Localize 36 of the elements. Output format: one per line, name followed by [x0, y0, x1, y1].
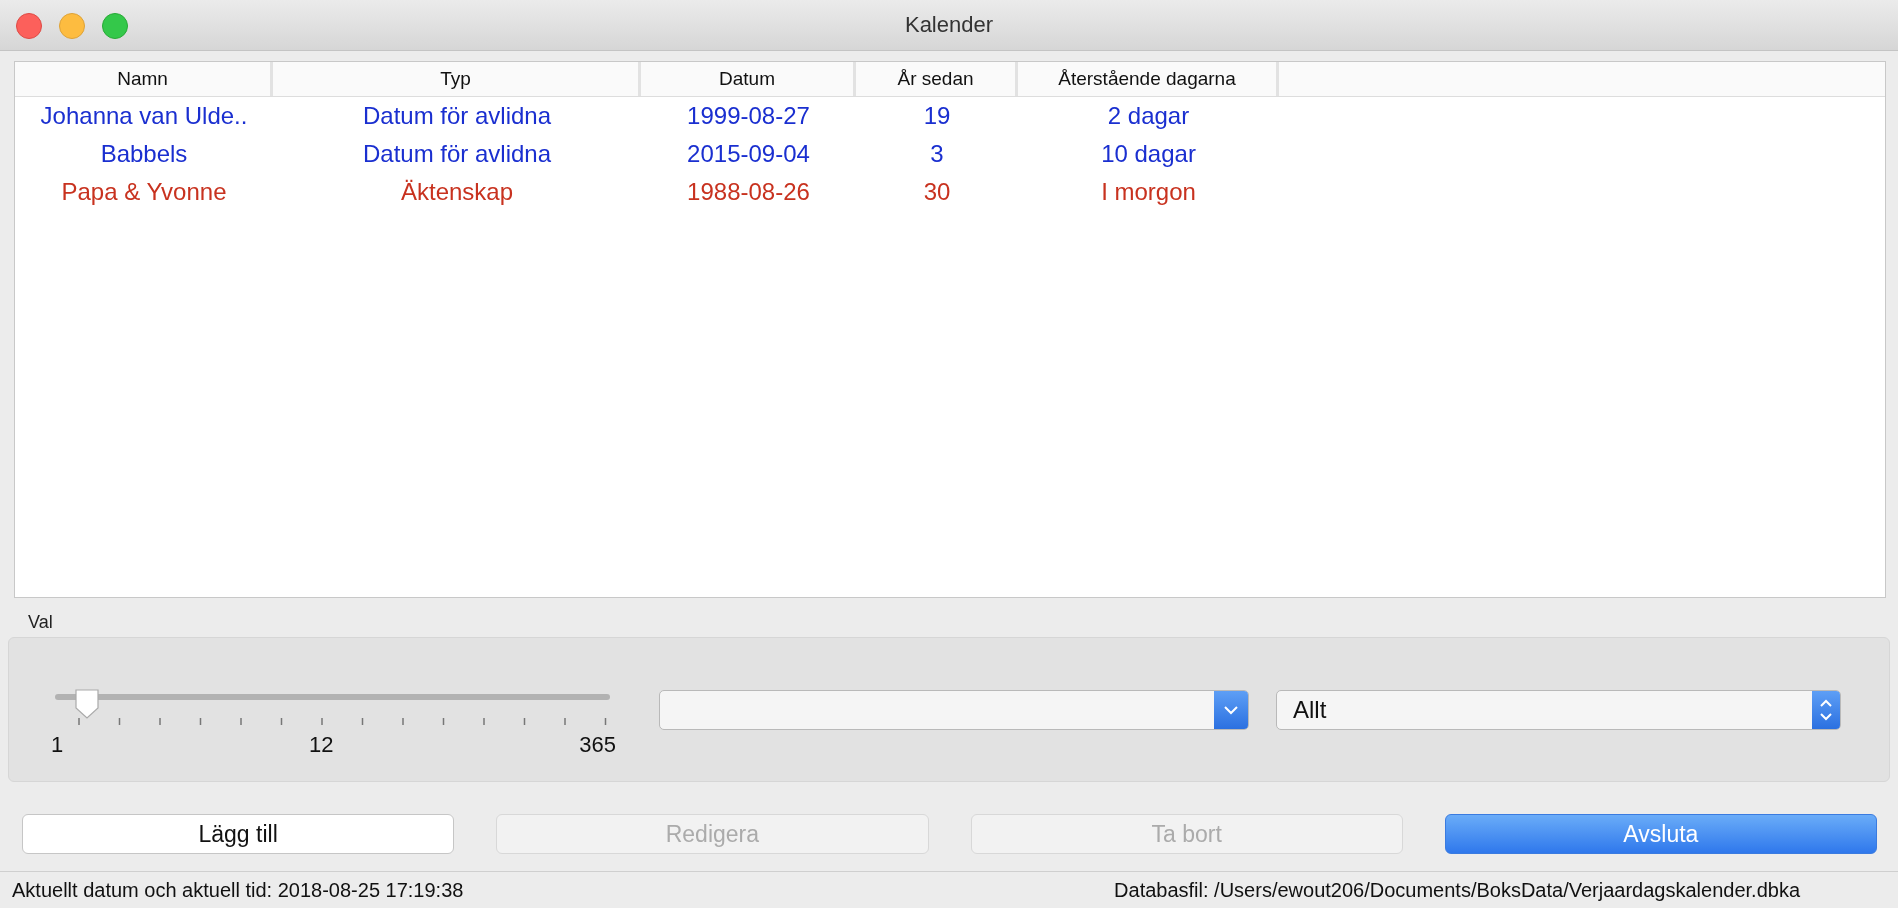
- table-cell-text: Datum för avlidna: [361, 101, 553, 131]
- table-cell-text: 19: [922, 101, 952, 131]
- table-cell-text: 1999-08-27: [686, 101, 811, 131]
- dropdown-field[interactable]: [659, 690, 1249, 730]
- action-button[interactable]: Lägg till: [22, 814, 455, 854]
- close-button[interactable]: [16, 13, 42, 39]
- table-cell-text: Papa & Yvonne: [60, 177, 228, 207]
- database-path-text: Databasfil: /Users/ewout206/Documents/BoksData/Verjaardagskalender.dbka: [1114, 878, 1800, 902]
- column-header[interactable]: År sedan: [856, 62, 1018, 96]
- group-label: Val: [28, 612, 53, 633]
- filter-dropdown[interactable]: Allt: [1276, 690, 1841, 730]
- table-cell-text: 1988-08-26: [686, 177, 811, 207]
- slider-tick-label: 1: [51, 732, 64, 758]
- window-title: Kalender: [904, 12, 994, 38]
- slider-tick-label: 365: [579, 732, 616, 758]
- status-text: Aktuellt datum och aktuell tid: 2018-08-25 17:19:38: [12, 878, 464, 902]
- chevron-down-icon: [1214, 691, 1248, 729]
- column-header[interactable]: Namn: [15, 62, 273, 96]
- table-cell-text: Datum för avlidna: [361, 139, 553, 169]
- table-cell-text: 2 dagar: [1106, 101, 1191, 131]
- table-cell-text: Johanna van Ulde..: [39, 101, 249, 131]
- zoom-button[interactable]: [102, 13, 128, 39]
- table-cell-text: 10 dagar: [1100, 139, 1197, 169]
- slider-thumb[interactable]: [72, 688, 101, 720]
- column-header[interactable]: Typ: [273, 62, 641, 96]
- table-cell-text: 30: [922, 177, 952, 207]
- minimize-button[interactable]: [59, 13, 85, 39]
- table-cell-text: 2015-09-04: [686, 139, 811, 169]
- table-cell-text: Babbels: [99, 139, 189, 169]
- table-cell-text: Äktenskap: [399, 177, 515, 207]
- slider-tick-label: 12: [309, 732, 334, 758]
- column-header[interactable]: Återstående dagarna: [1018, 62, 1279, 96]
- up-down-arrows-icon: [1812, 691, 1840, 729]
- table-cell-text: 3: [929, 139, 945, 169]
- column-header[interactable]: Datum: [641, 62, 856, 96]
- table-cell-text: I morgon: [1100, 177, 1197, 207]
